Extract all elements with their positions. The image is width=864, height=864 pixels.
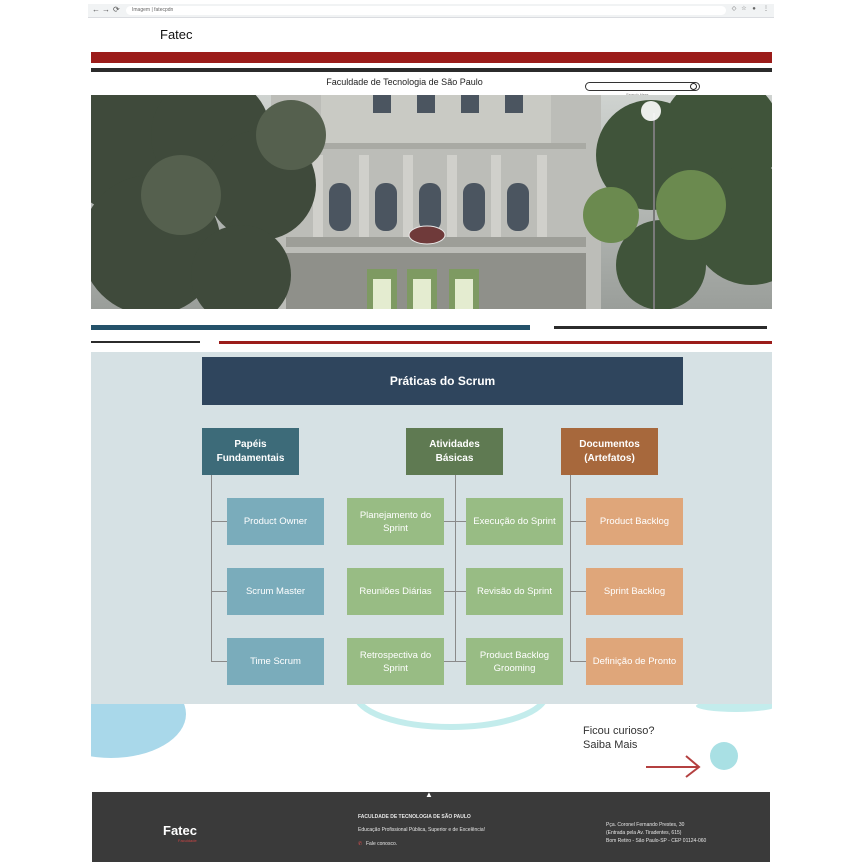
phone-icon: ✆ (358, 841, 363, 847)
header-dark-bar (91, 68, 772, 72)
diagram-title: Práticas do Scrum (202, 357, 683, 405)
header-atividades-line2: Básicas (435, 452, 474, 464)
footer-tagline: Educação Profissional Pública, Superior … (358, 827, 486, 833)
reload-icon[interactable]: ⟳ (113, 5, 120, 15)
footer-logo-sub: Faculdade (178, 838, 197, 843)
activity-retrospectiva: Retrospectiva do Sprint (347, 638, 444, 685)
back-icon[interactable]: ← (92, 5, 100, 15)
connector-documentos (570, 475, 571, 661)
footer-title: FACULDADE DE TECNOLOGIA DE SÃO PAULO (358, 814, 471, 820)
header-papeis: Papéis Fundamentais (202, 428, 299, 475)
footer-address-line1: Pça. Coronel Fernando Prestes, 30 (606, 822, 685, 828)
activity-revisao: Revisão do Sprint (466, 568, 563, 615)
connector (211, 591, 227, 592)
header-documentos-line1: Documentos (579, 438, 640, 450)
activity-reunioes: Reuniões Diárias (347, 568, 444, 615)
header-atividades: Atividades Básicas (406, 428, 503, 475)
footer-logo: Fatec (163, 823, 197, 838)
cta-line2: Saiba Mais (583, 739, 638, 751)
artifact-sprint-backlog: Sprint Backlog (586, 568, 683, 615)
footer-contact-link[interactable]: Fale conosco. (366, 841, 397, 848)
connector (444, 521, 466, 522)
header-documentos-line2: (Artefatos) (584, 452, 635, 464)
cta-text[interactable]: Ficou curioso? Saiba Mais (583, 724, 655, 752)
header-papeis-line2: Fundamentais (216, 452, 285, 464)
footer-address-line3: Bom Retiro - São Paulo-SP - CEP 01124-06… (606, 838, 707, 844)
connector (570, 661, 586, 662)
role-time-scrum: Time Scrum (227, 638, 324, 685)
connector (211, 521, 227, 522)
decorative-circle (710, 742, 738, 770)
site-brand[interactable]: Fatec (160, 27, 193, 42)
connector (444, 661, 466, 662)
artifact-definicao-pronto: Definição de Pronto (586, 638, 683, 685)
building-illustration (91, 95, 772, 309)
profile-icon[interactable]: ● (751, 6, 757, 12)
divider-dark (554, 326, 767, 329)
header-red-bar (91, 52, 772, 63)
connector (570, 591, 586, 592)
connector (211, 661, 227, 662)
divider-teal (91, 325, 530, 330)
header-atividades-line1: Atividades (429, 438, 480, 450)
scroll-up-icon[interactable]: ▲ (425, 790, 433, 799)
role-scrum-master: Scrum Master (227, 568, 324, 615)
footer: ▲ Fatec Faculdade FACULDADE DE TECNOLOGI… (92, 790, 770, 862)
activity-grooming: Product Backlog Grooming (466, 638, 563, 685)
artifact-product-backlog: Product Backlog (586, 498, 683, 545)
hero-image (91, 95, 772, 309)
connector-atividades (455, 475, 456, 661)
address-bar[interactable]: Imagem | fatecpdn (126, 6, 726, 15)
role-product-owner: Product Owner (227, 498, 324, 545)
search-box (585, 82, 716, 98)
search-icon[interactable] (690, 83, 697, 90)
arrow-right-icon[interactable] (644, 752, 704, 778)
activity-planejamento: Planejamento do Sprint (347, 498, 444, 545)
connector (570, 521, 586, 522)
header-papeis-line1: Papéis (234, 438, 267, 450)
divider-dark-short (91, 341, 200, 343)
browser-toolbar: ← → ⟳ Imagem | fatecpdn ◇ ☆ ● ⋮ (88, 4, 774, 18)
activity-execucao: Execução do Sprint (466, 498, 563, 545)
forward-icon[interactable]: → (102, 5, 110, 15)
star-icon[interactable]: ☆ (741, 6, 747, 12)
menu-icon[interactable]: ⋮ (763, 6, 769, 12)
divider-red (219, 341, 772, 344)
extension-icon[interactable]: ◇ (731, 6, 737, 12)
connector (444, 591, 466, 592)
header-documentos: Documentos (Artefatos) (561, 428, 658, 475)
connector-papeis (211, 475, 212, 661)
cta-line1: Ficou curioso? (583, 725, 655, 737)
footer-address-line2: (Entrada pela Av. Tiradentes, 615) (606, 830, 682, 836)
